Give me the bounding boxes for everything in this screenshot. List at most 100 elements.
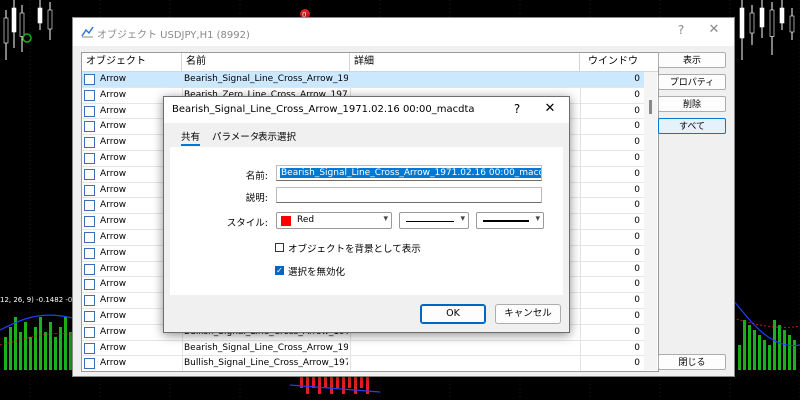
histogram-bar-up (778, 325, 781, 370)
ok-button[interactable]: OK (420, 304, 486, 324)
histogram-bar-up (738, 345, 741, 370)
row-object-window: 0 (634, 74, 640, 84)
row-object-type: Arrow (100, 74, 127, 84)
object-properties-dialog: Bearish_Signal_Line_Cross_Arrow_1971.02.… (163, 96, 570, 333)
histogram-bar-up (793, 340, 796, 370)
row-object-window: 0 (634, 216, 640, 227)
name-label: 名前: (245, 171, 268, 182)
histogram-bar-up (19, 332, 22, 370)
tab-parameters[interactable]: パラメータ (212, 129, 259, 143)
objects-table-scrollbar[interactable] (644, 72, 657, 370)
close-button[interactable]: 閉じる (658, 354, 726, 370)
dialog-close-icon[interactable]: ✕ (542, 101, 558, 116)
histogram-bar-up (773, 320, 776, 370)
histogram-bar-up (763, 340, 766, 370)
candle-body (3, 17, 9, 44)
row-object-type: Arrow (100, 342, 127, 353)
dialog-title: Bearish_Signal_Line_Cross_Arrow_1971.02.… (172, 104, 475, 115)
row-object-window: 0 (634, 168, 640, 179)
row-object-details (352, 72, 578, 87)
table-row[interactable]: Arrow Bearish_Signal_Line_Cross_Arrow_197… (82, 72, 644, 88)
table-row[interactable]: Arrow Bearish_Signal_Line_Cross_Arrow_197… (82, 341, 644, 357)
line-width-preview (483, 220, 529, 222)
row-object-window: 0 (634, 121, 640, 132)
description-field[interactable] (276, 187, 542, 203)
candle-body (789, 15, 795, 33)
histogram-bar-up (748, 325, 751, 370)
candle-body (47, 9, 53, 30)
common-tab-panel: 名前: Bearish_Signal_Line_Cross_Arrow_1971… (170, 147, 563, 295)
name-field-value: Bearish_Signal_Line_Cross_Arrow_1971.02.… (280, 168, 541, 178)
line-style-select[interactable]: ▾ (399, 212, 469, 229)
histogram-bar-up (4, 337, 7, 370)
histogram-bar-up (14, 317, 17, 370)
properties-button[interactable]: プロパティ (658, 74, 726, 90)
objects-window-close-icon[interactable]: ✕ (705, 22, 723, 40)
histogram-bar-up (34, 327, 37, 370)
candle-body (19, 12, 25, 37)
histogram-bar-up (768, 345, 771, 370)
objects-window-title: オブジェクト USDJPY,H1 (8992) (97, 30, 250, 41)
chevron-down-icon: ▾ (460, 214, 465, 224)
table-row[interactable]: Arrow Bullish_Signal_Line_Cross_Arrow_197… (82, 356, 644, 371)
color-select-value: Red (297, 215, 315, 225)
chevron-down-icon: ▾ (383, 214, 388, 224)
histogram-bar-up (743, 320, 746, 370)
objects-window-help-button[interactable]: ? (673, 23, 689, 39)
row-object-window: 0 (634, 105, 640, 116)
objects-window-titlebar[interactable]: オブジェクト USDJPY,H1 (8992) ? ✕ (73, 18, 734, 46)
row-object-window: 0 (634, 295, 640, 306)
tab-visualization[interactable]: 表示選択 (258, 129, 296, 143)
disable-selection-checkbox[interactable]: ✓ (275, 266, 284, 275)
row-object-name: Bearish_Signal_Line_Cross_Arrow_1972... (184, 342, 348, 353)
scrollbar-thumb[interactable] (649, 100, 652, 114)
row-object-window: 0 (634, 152, 640, 163)
show-button[interactable]: 表示 (658, 52, 726, 68)
all-button[interactable]: すべて (658, 118, 726, 134)
row-object-window: 0 (634, 89, 640, 100)
histogram-bar-up (44, 332, 47, 370)
histogram-bar-up (783, 330, 786, 370)
color-select[interactable]: Red ▾ (276, 212, 392, 229)
line-style-preview (406, 221, 454, 222)
dialog-help-button[interactable]: ? (510, 102, 524, 116)
row-object-type: Arrow (100, 358, 127, 369)
histogram-bar-up (64, 317, 67, 370)
candle-body (769, 9, 775, 37)
histogram-bar-up (54, 337, 57, 370)
row-object-name: Bearish_Signal_Line_Cross_Arrow_1971... (184, 74, 348, 84)
row-object-window: 0 (634, 200, 640, 211)
chart-objects-icon (81, 26, 94, 38)
chevron-down-icon: ▾ (535, 214, 540, 224)
candle-body (749, 12, 755, 34)
disable-selection-checkbox-label: 選択を無効化 (288, 267, 346, 278)
candle-body (759, 7, 765, 28)
row-object-details (352, 356, 578, 371)
row-object-window: 0 (634, 263, 640, 274)
column-header-object[interactable]: オブジェクト (82, 53, 182, 71)
histogram-bar-up (24, 322, 27, 370)
background-checkbox[interactable] (275, 243, 284, 252)
histogram-bar-up (29, 337, 32, 370)
tab-common[interactable]: 共有 (181, 129, 201, 146)
line-width-select[interactable]: ▾ (476, 212, 544, 229)
dialog-titlebar[interactable]: Bearish_Signal_Line_Cross_Arrow_1971.02.… (164, 97, 569, 123)
column-header-details[interactable]: 詳細 (350, 53, 580, 71)
row-object-window: 0 (634, 137, 640, 148)
column-header-name[interactable]: 名前 (182, 53, 350, 71)
background-checkbox-label: オブジェクトを背景として表示 (288, 244, 421, 255)
name-field[interactable]: Bearish_Signal_Line_Cross_Arrow_1971.02.… (276, 165, 542, 181)
candle-body (11, 7, 17, 33)
histogram-bar-up (788, 335, 791, 370)
delete-button[interactable]: 削除 (658, 96, 726, 112)
indicator-info: 12, 26, 9) -0.1482 -0.0 (0, 296, 79, 304)
row-object-window: 0 (634, 358, 640, 369)
column-header-window[interactable]: ウインドウ (580, 53, 644, 71)
candle-body (779, 7, 785, 24)
row-object-window: 0 (634, 184, 640, 195)
description-label: 説明: (245, 193, 268, 204)
histogram-bar-up (758, 335, 761, 370)
cancel-button[interactable]: キャンセル (495, 304, 561, 324)
row-object-name: Bullish_Signal_Line_Cross_Arrow_1972... (184, 358, 348, 369)
color-swatch (281, 216, 291, 226)
